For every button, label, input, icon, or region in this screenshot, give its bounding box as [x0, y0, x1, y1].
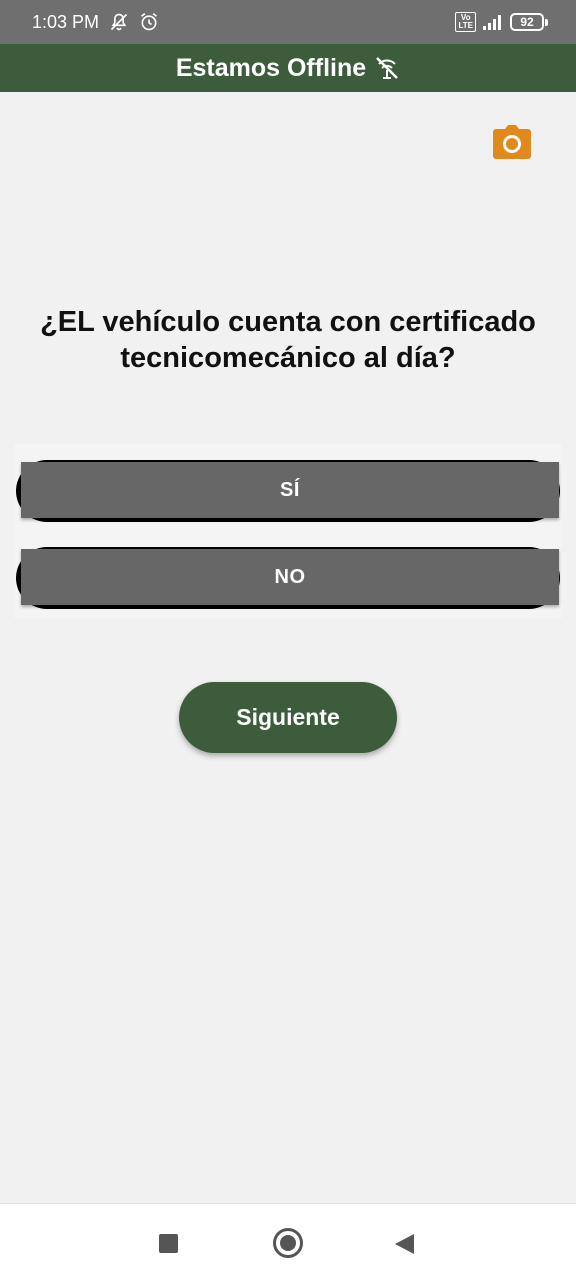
battery-level: 92: [510, 13, 544, 31]
options-panel: SÍ NO: [14, 444, 562, 619]
next-button[interactable]: Siguiente: [179, 682, 397, 753]
camera-button[interactable]: [490, 124, 534, 164]
home-icon[interactable]: [273, 1228, 303, 1258]
volte-bottom: LTE: [458, 21, 473, 30]
option-no: NO: [16, 547, 560, 609]
question-text: ¿EL vehículo cuenta con certificado tecn…: [40, 306, 536, 374]
status-right: Vo LTE 92: [455, 12, 548, 32]
home-icon-dot: [280, 1235, 296, 1251]
no-signal-icon: [374, 55, 400, 81]
status-bar: 1:03 PM Vo LTE 92: [0, 0, 576, 44]
app-header: Estamos Offline: [0, 44, 576, 92]
option-si-button[interactable]: SÍ: [21, 462, 559, 518]
status-left: 1:03 PM: [32, 12, 159, 33]
back-icon[interactable]: [395, 1234, 414, 1254]
volte-icon: Vo LTE: [455, 12, 476, 32]
option-si: SÍ: [16, 460, 560, 522]
status-time: 1:03 PM: [32, 11, 100, 32]
page-title: Estamos Offline: [175, 53, 367, 82]
navigation-bar: [0, 1203, 576, 1280]
alarm-icon: [139, 12, 159, 32]
signal-icon: [482, 13, 504, 31]
notifications-off-icon: [109, 12, 129, 32]
recent-apps-icon[interactable]: [159, 1234, 178, 1253]
option-no-button[interactable]: NO: [21, 549, 559, 605]
battery-icon: 92: [510, 13, 548, 31]
battery-tip: [545, 18, 548, 26]
camera-icon: [493, 124, 531, 164]
